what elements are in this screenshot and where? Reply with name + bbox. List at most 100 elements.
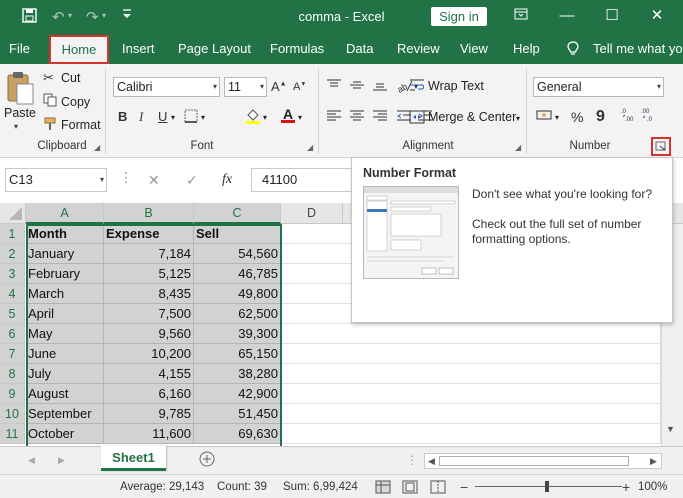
column-header-a[interactable]: A: [26, 203, 104, 224]
zoom-level[interactable]: 100%: [638, 481, 667, 493]
table-cell[interactable]: 69,630: [194, 424, 281, 444]
table-cell[interactable]: 9,560: [104, 324, 194, 344]
table-cell[interactable]: 7,500: [104, 304, 194, 324]
row-header[interactable]: 10: [0, 404, 25, 424]
page-break-view-icon[interactable]: [430, 480, 446, 497]
table-cell[interactable]: January: [26, 244, 104, 264]
zoom-in-icon[interactable]: +: [622, 479, 630, 495]
underline-dropdown-icon[interactable]: ▾: [171, 113, 175, 122]
format-painter-icon[interactable]: [43, 117, 57, 134]
tab-page-layout[interactable]: Page Layout: [178, 34, 251, 64]
font-launcher-icon[interactable]: ◢: [307, 143, 317, 153]
tab-data[interactable]: Data: [346, 34, 373, 64]
paste-button[interactable]: Paste: [4, 106, 36, 120]
table-cell[interactable]: 46,785: [194, 264, 281, 284]
row-header[interactable]: 4: [0, 284, 25, 304]
row-header[interactable]: 8: [0, 364, 25, 384]
normal-view-icon[interactable]: [375, 480, 391, 497]
enter-icon[interactable]: ✓: [186, 172, 198, 189]
table-cell[interactable]: 49,800: [194, 284, 281, 304]
bold-icon[interactable]: B: [118, 109, 127, 124]
horizontal-scroll-thumb[interactable]: [439, 456, 629, 466]
add-sheet-icon[interactable]: [199, 451, 215, 470]
table-cell[interactable]: 62,500: [194, 304, 281, 324]
accounting-dropdown-icon[interactable]: ▾: [555, 113, 559, 122]
merge-center-button[interactable]: Merge & Center: [428, 110, 516, 124]
fill-color-icon[interactable]: [245, 107, 261, 127]
borders-icon[interactable]: [184, 109, 198, 126]
font-size-select[interactable]: 11 ▾: [224, 77, 267, 97]
align-left-icon[interactable]: [326, 109, 342, 126]
column-header-b[interactable]: B: [104, 203, 194, 224]
align-center-icon[interactable]: [349, 109, 365, 126]
accounting-format-icon[interactable]: [536, 108, 554, 125]
copy-icon[interactable]: [43, 93, 57, 110]
tab-insert[interactable]: Insert: [122, 34, 155, 64]
cut-icon[interactable]: ✂: [43, 70, 54, 86]
tab-help[interactable]: Help: [513, 34, 540, 64]
table-cell[interactable]: 42,900: [194, 384, 281, 404]
number-format-launcher-button[interactable]: [651, 137, 671, 156]
table-cell[interactable]: September: [26, 404, 104, 424]
row-header[interactable]: 7: [0, 344, 25, 364]
row-header[interactable]: 9: [0, 384, 25, 404]
merge-dropdown-icon[interactable]: ▾: [516, 114, 520, 123]
row-header[interactable]: 1: [0, 224, 25, 244]
table-cell[interactable]: 7,184: [104, 244, 194, 264]
table-cell[interactable]: 39,300: [194, 324, 281, 344]
row-header[interactable]: 3: [0, 264, 25, 284]
tell-me-search[interactable]: Tell me what yo: [593, 34, 683, 64]
empty-cells[interactable]: [281, 324, 661, 344]
comma-style-icon[interactable]: 9: [596, 108, 605, 126]
number-format-select[interactable]: General ▾: [533, 77, 664, 97]
increase-font-icon[interactable]: A▲: [271, 79, 287, 94]
wrap-text-button[interactable]: Wrap Text: [428, 79, 484, 93]
format-painter-button[interactable]: Format: [61, 118, 101, 132]
tab-file[interactable]: File: [9, 34, 30, 64]
scroll-left-arrow-icon[interactable]: ◀: [428, 456, 435, 467]
decrease-decimal-icon[interactable]: .00.0: [641, 106, 657, 127]
prev-sheet-icon[interactable]: ◀: [28, 455, 35, 466]
zoom-out-icon[interactable]: −: [460, 479, 468, 495]
zoom-slider-thumb[interactable]: [545, 481, 549, 492]
resize-dots-icon[interactable]: ⋮: [119, 169, 133, 186]
align-middle-icon[interactable]: [349, 78, 365, 95]
column-header-d[interactable]: D: [281, 203, 343, 224]
font-name-select[interactable]: Calibri ▾: [113, 77, 220, 97]
split-dots-icon[interactable]: ⋮: [406, 453, 418, 467]
percent-icon[interactable]: %: [571, 109, 583, 125]
paste-dropdown-icon[interactable]: ▾: [14, 122, 18, 131]
empty-cells[interactable]: [281, 384, 661, 404]
alignment-launcher-icon[interactable]: ◢: [515, 143, 525, 153]
fill-color-dropdown-icon[interactable]: ▾: [263, 113, 267, 122]
page-layout-view-icon[interactable]: [402, 480, 418, 497]
header-cell[interactable]: Month: [26, 224, 104, 244]
minimize-button[interactable]: —: [552, 5, 582, 27]
cut-button[interactable]: Cut: [61, 71, 80, 85]
formula-input[interactable]: 41100: [251, 168, 351, 192]
tab-home[interactable]: Home: [49, 35, 109, 64]
table-cell[interactable]: February: [26, 264, 104, 284]
empty-cells[interactable]: [281, 344, 661, 364]
empty-cells[interactable]: [281, 404, 661, 424]
column-header-c[interactable]: C: [194, 203, 281, 224]
table-cell[interactable]: 54,560: [194, 244, 281, 264]
tab-review[interactable]: Review: [397, 34, 440, 64]
table-cell[interactable]: 11,600: [104, 424, 194, 444]
table-cell[interactable]: 6,160: [104, 384, 194, 404]
table-cell[interactable]: 9,785: [104, 404, 194, 424]
wrap-text-icon[interactable]: [409, 77, 425, 96]
table-cell[interactable]: April: [26, 304, 104, 324]
borders-dropdown-icon[interactable]: ▾: [201, 113, 205, 122]
row-header[interactable]: 11: [0, 424, 25, 444]
table-cell[interactable]: 4,155: [104, 364, 194, 384]
close-button[interactable]: ✕: [642, 5, 672, 27]
underline-icon[interactable]: U: [158, 109, 167, 124]
decrease-font-icon[interactable]: A▼: [293, 81, 306, 93]
table-cell[interactable]: 8,435: [104, 284, 194, 304]
table-cell[interactable]: July: [26, 364, 104, 384]
align-bottom-icon[interactable]: [372, 78, 388, 95]
row-header[interactable]: 6: [0, 324, 25, 344]
merge-center-icon[interactable]: [409, 110, 425, 127]
paste-icon[interactable]: [5, 70, 35, 106]
